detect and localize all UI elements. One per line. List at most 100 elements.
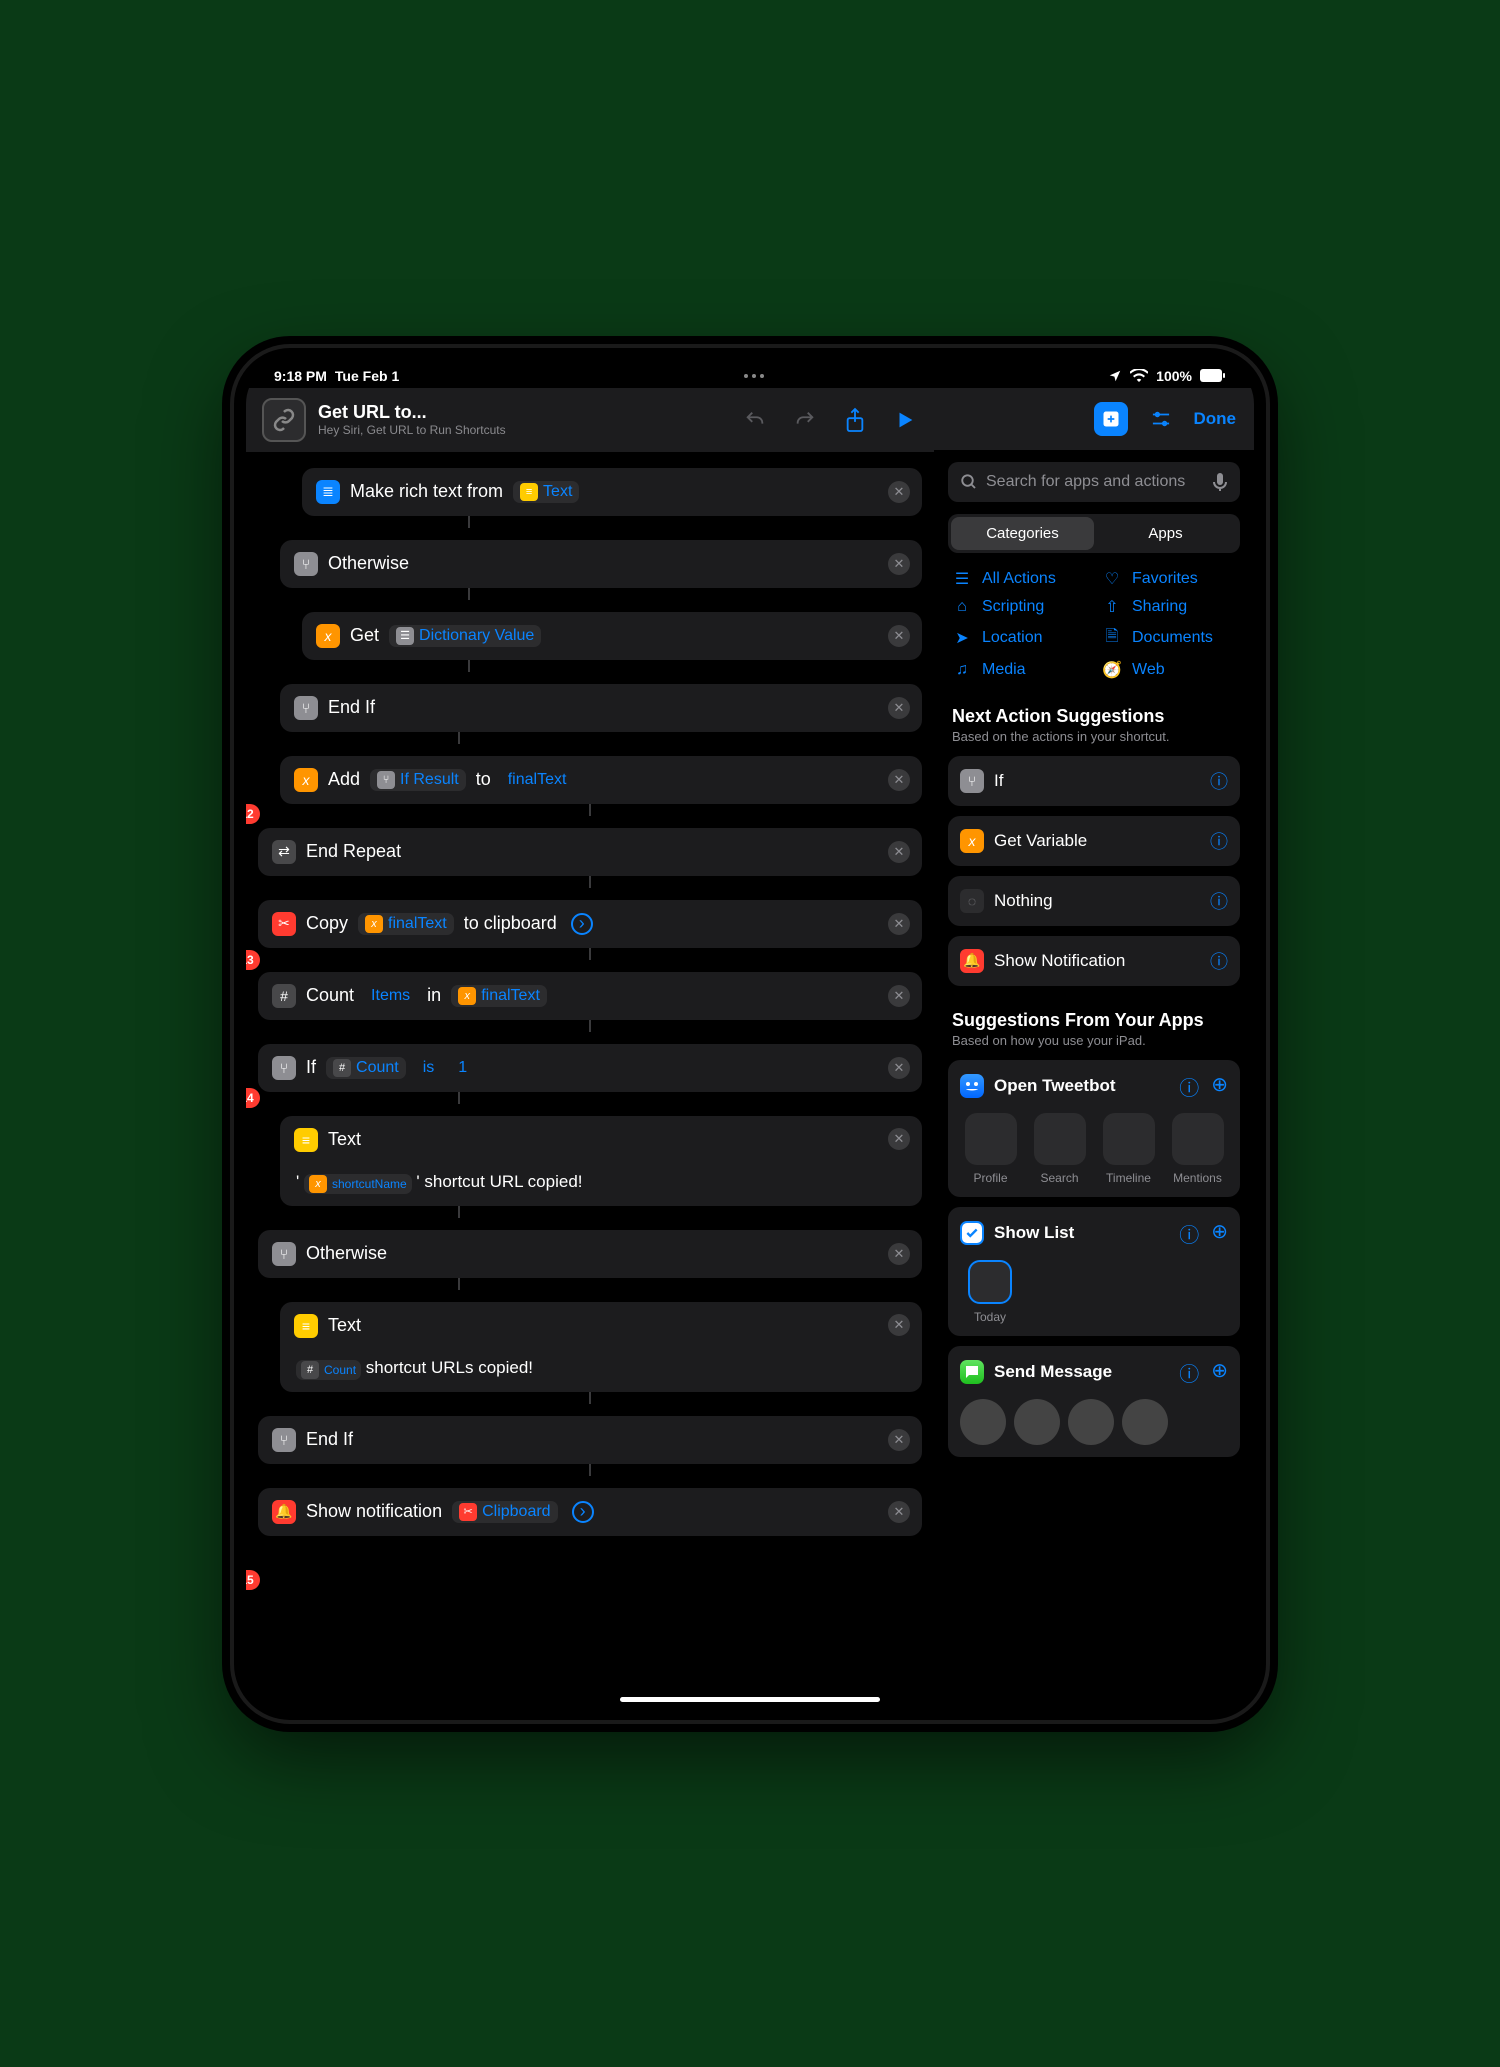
- delete-action-button[interactable]: ✕: [888, 697, 910, 719]
- delete-action-button[interactable]: ✕: [888, 553, 910, 575]
- app-card-messages: Send Message ⓘ⊕: [948, 1346, 1240, 1457]
- sugg-get-variable[interactable]: xGet Variableⓘ: [948, 816, 1240, 866]
- cat-documents[interactable]: 🗎Documents: [1102, 625, 1236, 652]
- connector: [458, 732, 460, 744]
- action-text[interactable]: ≡ Text ✕ ' xshortcutName ' shortcut URL …: [280, 1116, 922, 1206]
- tweetbot-profile[interactable]: Profile: [960, 1113, 1021, 1185]
- connector: [468, 588, 470, 600]
- cat-scripting[interactable]: ⌂Scripting: [952, 597, 1086, 617]
- text-content[interactable]: #Count shortcut URLs copied!: [294, 1348, 908, 1380]
- delete-action-button[interactable]: ✕: [888, 1243, 910, 1265]
- delete-action-button[interactable]: ✕: [888, 985, 910, 1007]
- delete-action-button[interactable]: ✕: [888, 625, 910, 647]
- annotation-12: 12: [246, 804, 260, 824]
- share-button[interactable]: [842, 407, 868, 433]
- richtext-icon: ≣: [316, 480, 340, 504]
- library-tab[interactable]: [1094, 402, 1128, 436]
- info-icon[interactable]: ⓘ: [1210, 828, 1228, 854]
- info-icon[interactable]: ⓘ: [1179, 1072, 1199, 1101]
- add-icon[interactable]: ⊕: [1211, 1072, 1228, 1101]
- cat-sharing[interactable]: ⇧Sharing: [1102, 597, 1236, 617]
- shortcut-header: Get URL to... Hey Siri, Get URL to Run S…: [246, 388, 934, 452]
- action-show-notification[interactable]: 🔔 Show notification ✂Clipboard › ✕: [258, 1488, 922, 1536]
- connector: [458, 1206, 460, 1218]
- avatar[interactable]: [1014, 1399, 1060, 1445]
- info-icon[interactable]: ⓘ: [1210, 888, 1228, 914]
- actions-list[interactable]: 12 13 14 15 ≣ Make rich text from ≡Text …: [246, 452, 934, 1708]
- seg-apps[interactable]: Apps: [1094, 517, 1237, 550]
- action-make-rich-text[interactable]: ≣ Make rich text from ≡Text ✕: [302, 468, 922, 516]
- redo-button[interactable]: [792, 407, 818, 433]
- search-bar[interactable]: [948, 462, 1240, 502]
- avatar[interactable]: [960, 1399, 1006, 1445]
- add-icon[interactable]: ⊕: [1211, 1219, 1228, 1248]
- text-icon: ≡: [294, 1314, 318, 1338]
- multitask-dots-icon[interactable]: [744, 374, 764, 378]
- branch-icon: ⑂: [272, 1242, 296, 1266]
- action-end-if[interactable]: ⑂ End If ✕: [258, 1416, 922, 1464]
- sugg-nothing[interactable]: ◌Nothingⓘ: [948, 876, 1240, 926]
- cat-web[interactable]: 🧭Web: [1102, 660, 1236, 680]
- action-end-if[interactable]: ⑂ End If ✕: [280, 684, 922, 732]
- expand-button[interactable]: ›: [571, 913, 593, 935]
- info-icon[interactable]: ⓘ: [1210, 948, 1228, 974]
- seg-categories[interactable]: Categories: [951, 517, 1094, 550]
- connector: [468, 660, 470, 672]
- right-header: Done: [934, 388, 1254, 450]
- things-today[interactable]: Today: [960, 1260, 1020, 1324]
- action-otherwise[interactable]: ⑂ Otherwise ✕: [280, 540, 922, 588]
- cat-location[interactable]: ➤Location: [952, 625, 1086, 652]
- info-icon[interactable]: ⓘ: [1179, 1219, 1199, 1248]
- delete-action-button[interactable]: ✕: [888, 481, 910, 503]
- delete-action-button[interactable]: ✕: [888, 1429, 910, 1451]
- shortcut-icon[interactable]: [262, 398, 306, 442]
- avatar[interactable]: [1068, 1399, 1114, 1445]
- sugg-if[interactable]: ⑂Ifⓘ: [948, 756, 1240, 806]
- search-input[interactable]: [986, 473, 1204, 491]
- action-get-dictionary[interactable]: x Get ☰Dictionary Value ✕: [302, 612, 922, 660]
- delete-action-button[interactable]: ✕: [888, 1128, 910, 1150]
- delete-action-button[interactable]: ✕: [888, 1314, 910, 1336]
- avatar[interactable]: [1122, 1399, 1168, 1445]
- delete-action-button[interactable]: ✕: [888, 913, 910, 935]
- annotation-15: 15: [246, 1570, 260, 1590]
- shortcut-subtitle: Hey Siri, Get URL to Run Shortcuts: [318, 423, 506, 437]
- cat-favorites[interactable]: ♡Favorites: [1102, 569, 1236, 589]
- variable-icon: x: [365, 915, 383, 933]
- notification-icon: 🔔: [272, 1500, 296, 1524]
- home-indicator[interactable]: [620, 1697, 880, 1702]
- action-add-variable[interactable]: x Add ⑂If Result to finalText ✕: [280, 756, 922, 804]
- action-count[interactable]: # Count Items in xfinalText ✕: [258, 972, 922, 1020]
- action-copy-clipboard[interactable]: ✂ Copy xfinalText to clipboard › ✕: [258, 900, 922, 948]
- cat-all-actions[interactable]: ☰All Actions: [952, 569, 1086, 589]
- action-otherwise[interactable]: ⑂ Otherwise ✕: [258, 1230, 922, 1278]
- expand-button[interactable]: ›: [572, 1501, 594, 1523]
- tweetbot-mentions[interactable]: Mentions: [1167, 1113, 1228, 1185]
- action-if[interactable]: ⑂ If #Count is 1 ✕: [258, 1044, 922, 1092]
- delete-action-button[interactable]: ✕: [888, 769, 910, 791]
- run-button[interactable]: [892, 407, 918, 433]
- undo-button[interactable]: [742, 407, 768, 433]
- sugg-show-notification[interactable]: 🔔Show Notificationⓘ: [948, 936, 1240, 986]
- variable-icon: x: [294, 768, 318, 792]
- segment-control[interactable]: Categories Apps: [948, 514, 1240, 553]
- delete-action-button[interactable]: ✕: [888, 841, 910, 863]
- info-icon[interactable]: ⓘ: [1179, 1358, 1199, 1387]
- battery-icon: [1200, 369, 1226, 382]
- tweetbot-timeline[interactable]: Timeline: [1098, 1113, 1159, 1185]
- action-text[interactable]: ≡ Text ✕ #Count shortcut URLs copied!: [280, 1302, 922, 1392]
- connector: [589, 876, 591, 888]
- delete-action-button[interactable]: ✕: [888, 1057, 910, 1079]
- info-icon[interactable]: ⓘ: [1210, 768, 1228, 794]
- text-content[interactable]: ' xshortcutName ' shortcut URL copied!: [294, 1162, 908, 1194]
- dictation-icon[interactable]: [1212, 472, 1228, 492]
- tweetbot-search[interactable]: Search: [1029, 1113, 1090, 1185]
- action-end-repeat[interactable]: ⇄ End Repeat ✕: [258, 828, 922, 876]
- settings-tab[interactable]: [1144, 402, 1178, 436]
- notification-icon: 🔔: [960, 949, 984, 973]
- add-icon[interactable]: ⊕: [1211, 1358, 1228, 1387]
- status-date: Tue Feb 1: [335, 368, 399, 384]
- delete-action-button[interactable]: ✕: [888, 1501, 910, 1523]
- done-button[interactable]: Done: [1194, 409, 1237, 429]
- cat-media[interactable]: ♫Media: [952, 660, 1086, 680]
